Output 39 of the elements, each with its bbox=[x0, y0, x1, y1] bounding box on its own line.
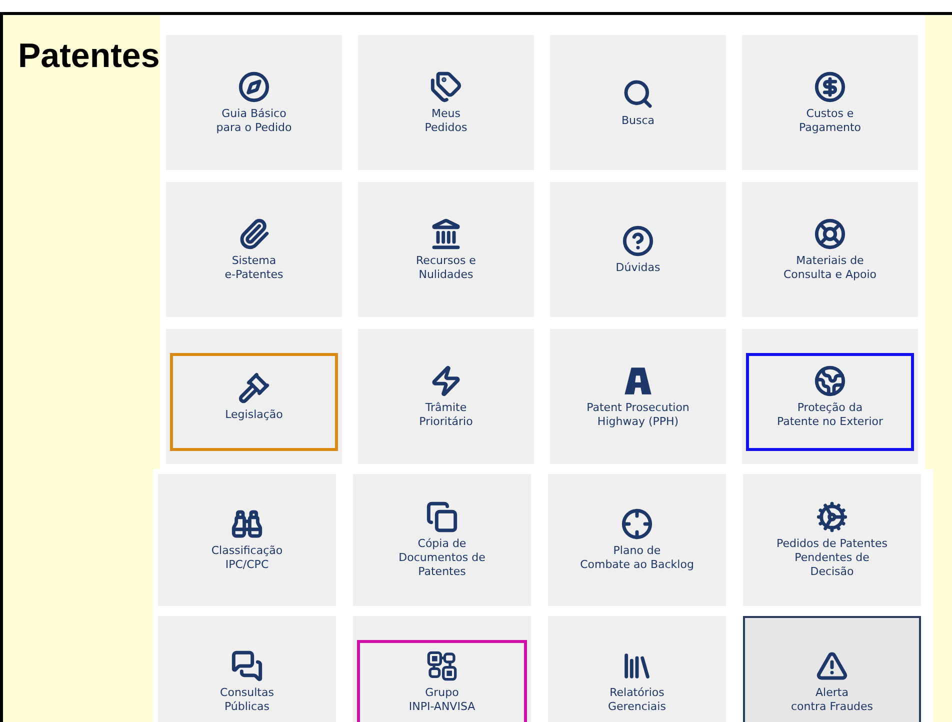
building-icon bbox=[430, 218, 462, 250]
menu-tile[interactable]: Guia Básico para o Pedido bbox=[166, 35, 342, 170]
linked-squares-icon bbox=[426, 650, 458, 682]
slide-title: Patentes bbox=[18, 37, 160, 76]
menu-tile[interactable]: Relatórios Gerenciais bbox=[548, 616, 726, 722]
menu-tile[interactable]: Meus Pedidos bbox=[358, 35, 534, 170]
binoculars-icon bbox=[231, 508, 263, 540]
menu-tile[interactable]: Materiais de Consulta e Apoio bbox=[742, 182, 918, 317]
gavel-icon bbox=[238, 372, 270, 404]
menu-tile[interactable]: Busca bbox=[550, 35, 726, 170]
warning-icon bbox=[816, 650, 848, 682]
menu-tile[interactable]: Legislação bbox=[166, 329, 342, 464]
paperclip-icon bbox=[238, 218, 270, 250]
lightning-icon bbox=[430, 364, 462, 396]
lifebuoy-icon bbox=[814, 218, 846, 250]
globe-icon bbox=[814, 364, 846, 396]
search-icon bbox=[622, 78, 654, 110]
menu-tile[interactable]: Alerta contra Fraudes bbox=[743, 616, 921, 722]
dollar-coin-icon bbox=[814, 70, 846, 102]
menu-tile[interactable]: Custos e Pagamento bbox=[742, 35, 918, 170]
menu-tile[interactable]: Pedidos de Patentes Pendentes de Decisão bbox=[743, 474, 921, 606]
menu-tile[interactable]: Cópia de Documentos de Patentes bbox=[353, 474, 531, 606]
tag-icon bbox=[430, 70, 462, 102]
chat-bubbles-icon bbox=[231, 650, 263, 682]
menu-tile[interactable]: Consultas Públicas bbox=[158, 616, 336, 722]
menu-tile[interactable]: Sistema e-Patentes bbox=[166, 182, 342, 317]
menu-tile[interactable]: Trâmite Prioritário bbox=[358, 329, 534, 464]
compass-icon bbox=[238, 70, 270, 102]
menu-tile[interactable]: Grupo INPI-ANVISA bbox=[353, 616, 531, 722]
documents-icon bbox=[426, 501, 458, 533]
menu-tile[interactable]: Classificação IPC/CPC bbox=[158, 474, 336, 606]
road-icon bbox=[622, 364, 654, 396]
help-icon bbox=[622, 224, 654, 256]
crosshair-icon bbox=[621, 508, 653, 540]
menu-tile[interactable]: Recursos e Nulidades bbox=[358, 182, 534, 317]
menu-tile[interactable]: Dúvidas bbox=[550, 182, 726, 317]
menu-tile[interactable]: Proteção da Patente no Exterior bbox=[742, 329, 918, 464]
menu-tile[interactable]: Patent Prosecution Highway (PPH) bbox=[550, 329, 726, 464]
menu-tile[interactable]: Plano de Combate ao Backlog bbox=[548, 474, 726, 606]
